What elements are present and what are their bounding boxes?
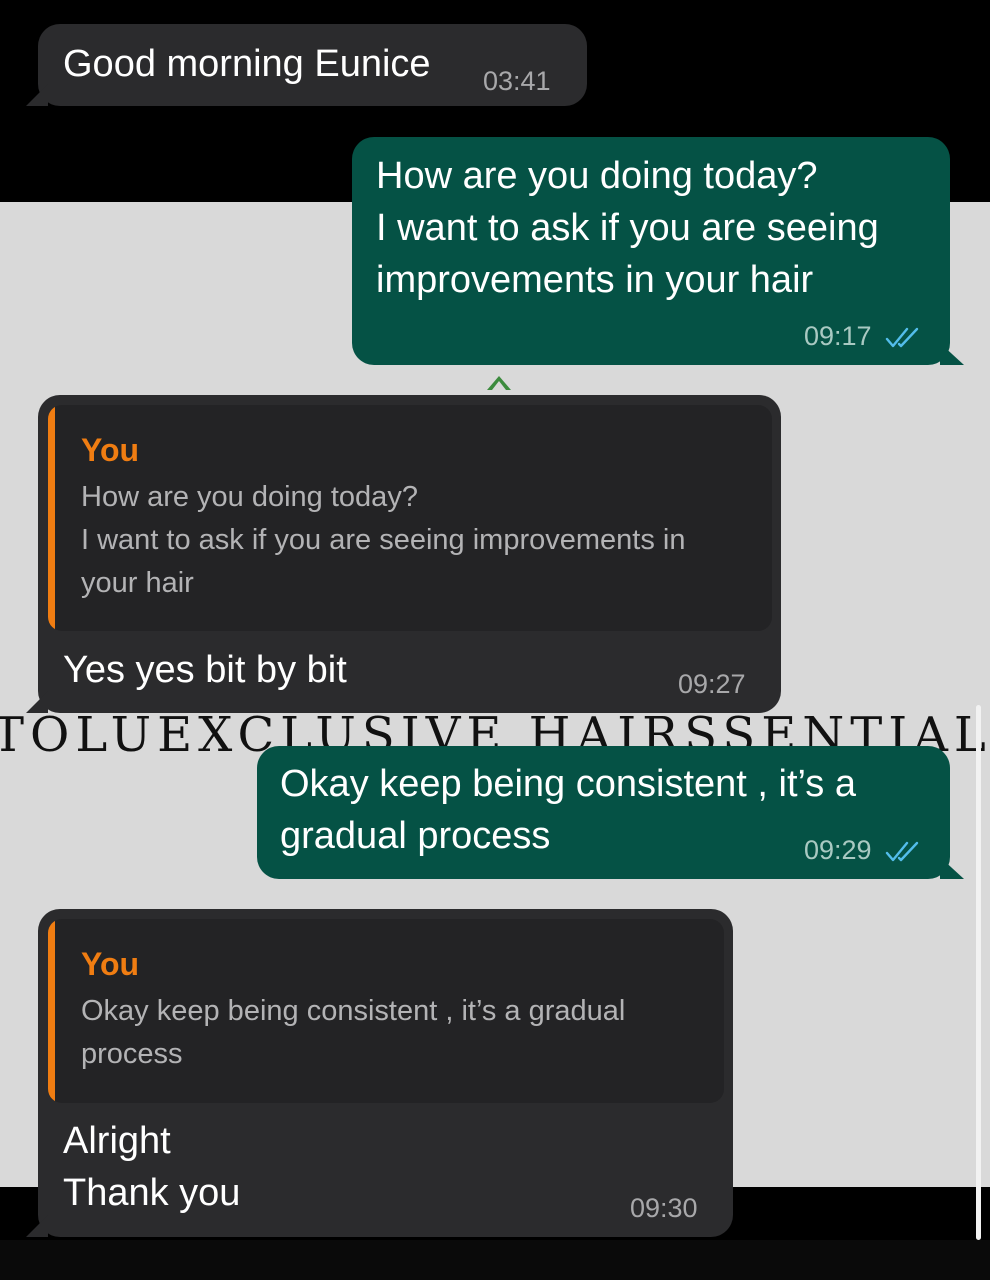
quote-text: How are you doing today? I want to ask i… bbox=[81, 481, 686, 599]
message-text: Yes yes bit by bit bbox=[63, 649, 347, 691]
message-bubble-incoming[interactable]: Good morning Eunice 03:41 bbox=[26, 24, 587, 106]
brand-logo-icon bbox=[487, 376, 511, 390]
message-text: How are you doing today? I want to ask i… bbox=[376, 155, 879, 301]
message-text: Alright Thank you bbox=[63, 1120, 241, 1214]
message-time: 09:29 bbox=[804, 835, 921, 866]
scroll-indicator[interactable] bbox=[976, 705, 981, 1240]
message-time: 09:17 bbox=[804, 321, 921, 352]
message-bubble-outgoing[interactable]: How are you doing today? I want to ask i… bbox=[352, 137, 964, 365]
quote-accent-bar bbox=[48, 919, 55, 1103]
message-time: 09:27 bbox=[678, 669, 746, 699]
quote-accent-bar bbox=[48, 405, 55, 631]
quoted-message[interactable]: You Okay keep being consistent , it’s a … bbox=[48, 919, 724, 1103]
message-time: 09:30 bbox=[630, 1193, 698, 1223]
quoted-message[interactable]: You How are you doing today? I want to a… bbox=[48, 405, 772, 631]
message-bubble-incoming-reply[interactable]: You How are you doing today? I want to a… bbox=[26, 395, 781, 713]
double-check-icon bbox=[885, 327, 919, 348]
message-time-value: 09:17 bbox=[804, 321, 872, 351]
message-text: Good morning Eunice bbox=[63, 43, 431, 85]
quote-author: You bbox=[81, 432, 140, 468]
quote-text: Okay keep being consistent , it’s a grad… bbox=[81, 995, 626, 1070]
message-time: 03:41 bbox=[483, 66, 551, 96]
message-bubble-incoming-reply[interactable]: You Okay keep being consistent , it’s a … bbox=[26, 909, 733, 1237]
message-bubble-outgoing[interactable]: Okay keep being consistent , it’s a grad… bbox=[257, 746, 964, 879]
bottom-bar bbox=[0, 1240, 990, 1280]
message-time-value: 09:29 bbox=[804, 835, 872, 865]
quote-author: You bbox=[81, 946, 140, 982]
message-text: Okay keep being consistent , it’s a grad… bbox=[280, 763, 856, 857]
double-check-icon bbox=[885, 841, 919, 862]
